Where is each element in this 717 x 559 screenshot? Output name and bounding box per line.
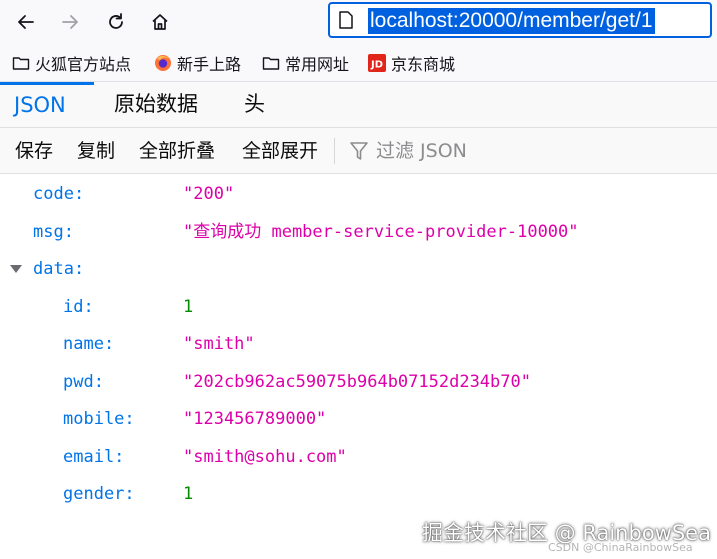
back-arrow-icon — [18, 15, 34, 29]
home-button[interactable] — [146, 8, 174, 36]
filter-icon — [350, 142, 368, 160]
json-string-value: "smith@sohu.com" — [183, 447, 347, 467]
json-key: mobile: — [63, 409, 135, 429]
folder-icon — [262, 54, 280, 72]
json-value-pwd: "202cb962ac59075b964b07152d234b70" — [183, 367, 531, 397]
folder-icon — [12, 54, 30, 72]
json-number-value: 1 — [183, 297, 194, 317]
tab-json[interactable]: JSON — [0, 82, 94, 127]
navigation-toolbar: localhost:20000/member/get/1 — [0, 0, 717, 44]
bookmark-firefox-official[interactable]: 火狐官方站点 — [12, 50, 131, 76]
collapse-all-button[interactable]: 全部折叠 — [139, 137, 215, 165]
bookmark-getting-started[interactable]: 新手上路 — [154, 50, 241, 76]
json-row-name[interactable]: name: — [63, 329, 114, 359]
bookmark-label: 火狐官方站点 — [35, 55, 132, 74]
json-key: name: — [63, 334, 115, 354]
viewer-tab-bar: JSON 原始数据 头 — [0, 82, 717, 128]
json-value-msg: "查询成功 member-service-provider-10000" — [183, 217, 579, 247]
toolbar-divider — [334, 138, 335, 164]
json-string-value: "202cb962ac59075b964b07152d234b70" — [183, 372, 531, 392]
expand-toggle-icon[interactable] — [9, 262, 23, 276]
json-value-name: "smith" — [183, 329, 255, 359]
url-text[interactable]: localhost:20000/member/get/1 — [368, 8, 655, 34]
json-value-email: "smith@sohu.com" — [183, 442, 347, 472]
json-key: data: — [33, 259, 85, 279]
json-row-data[interactable]: data: — [33, 254, 84, 284]
bookmark-label: 新手上路 — [177, 55, 242, 74]
reload-icon — [109, 13, 123, 29]
save-button[interactable]: 保存 — [15, 137, 53, 165]
json-value-gender: 1 — [183, 479, 193, 509]
json-key: gender: — [63, 484, 135, 504]
json-row-msg[interactable]: msg: — [33, 217, 74, 247]
jd-icon: JD — [368, 54, 386, 72]
json-row-email[interactable]: email: — [63, 442, 124, 472]
forward-arrow-icon — [62, 15, 78, 29]
bookmark-label: 京东商城 — [391, 55, 456, 74]
json-value-id: 1 — [183, 292, 193, 322]
bookmark-label: 常用网址 — [285, 55, 350, 74]
forward-button[interactable] — [56, 8, 84, 36]
json-row-pwd[interactable]: pwd: — [63, 367, 104, 397]
firefox-icon — [154, 54, 172, 72]
json-key: msg: — [33, 222, 74, 242]
copy-button[interactable]: 复制 — [77, 137, 115, 165]
json-row-id[interactable]: id: — [63, 292, 94, 322]
filter-json-input[interactable]: 过滤 JSON — [376, 137, 467, 165]
json-number-value: 1 — [183, 484, 194, 504]
json-key: pwd: — [63, 372, 104, 392]
svg-text:JD: JD — [370, 60, 383, 71]
back-button[interactable] — [12, 8, 40, 36]
address-bar[interactable]: localhost:20000/member/get/1 — [328, 2, 712, 38]
json-key: id: — [63, 297, 94, 317]
json-value-code: "200" — [183, 179, 234, 209]
json-string-value: "查询成功 member-service-provider-10000" — [183, 222, 579, 242]
page-icon — [339, 11, 353, 29]
json-string-value: "123456789000" — [183, 409, 327, 429]
json-value-mobile: "123456789000" — [183, 404, 326, 434]
home-icon — [152, 14, 168, 30]
json-string-value: "smith" — [183, 334, 255, 354]
json-row-gender[interactable]: gender: — [63, 479, 135, 509]
bookmark-common-sites[interactable]: 常用网址 — [262, 50, 349, 76]
bookmarks-toolbar: 火狐官方站点 新手上路 常用网址 JD 京东商城 — [0, 44, 717, 82]
watermark-credit: CSDN @ChinaRainbowSea — [548, 541, 693, 554]
tab-raw-data[interactable]: 原始数据 — [100, 82, 212, 127]
bookmark-jd-mall[interactable]: JD 京东商城 — [368, 50, 455, 76]
expand-all-button[interactable]: 全部展开 — [242, 137, 318, 165]
json-key: code: — [33, 184, 85, 204]
json-key: email: — [63, 447, 125, 467]
json-string-value: "200" — [183, 184, 235, 204]
tab-headers[interactable]: 头 — [230, 82, 279, 127]
reload-button[interactable] — [102, 8, 130, 36]
json-row-code[interactable]: code: — [33, 179, 84, 209]
json-row-mobile[interactable]: mobile: — [63, 404, 135, 434]
